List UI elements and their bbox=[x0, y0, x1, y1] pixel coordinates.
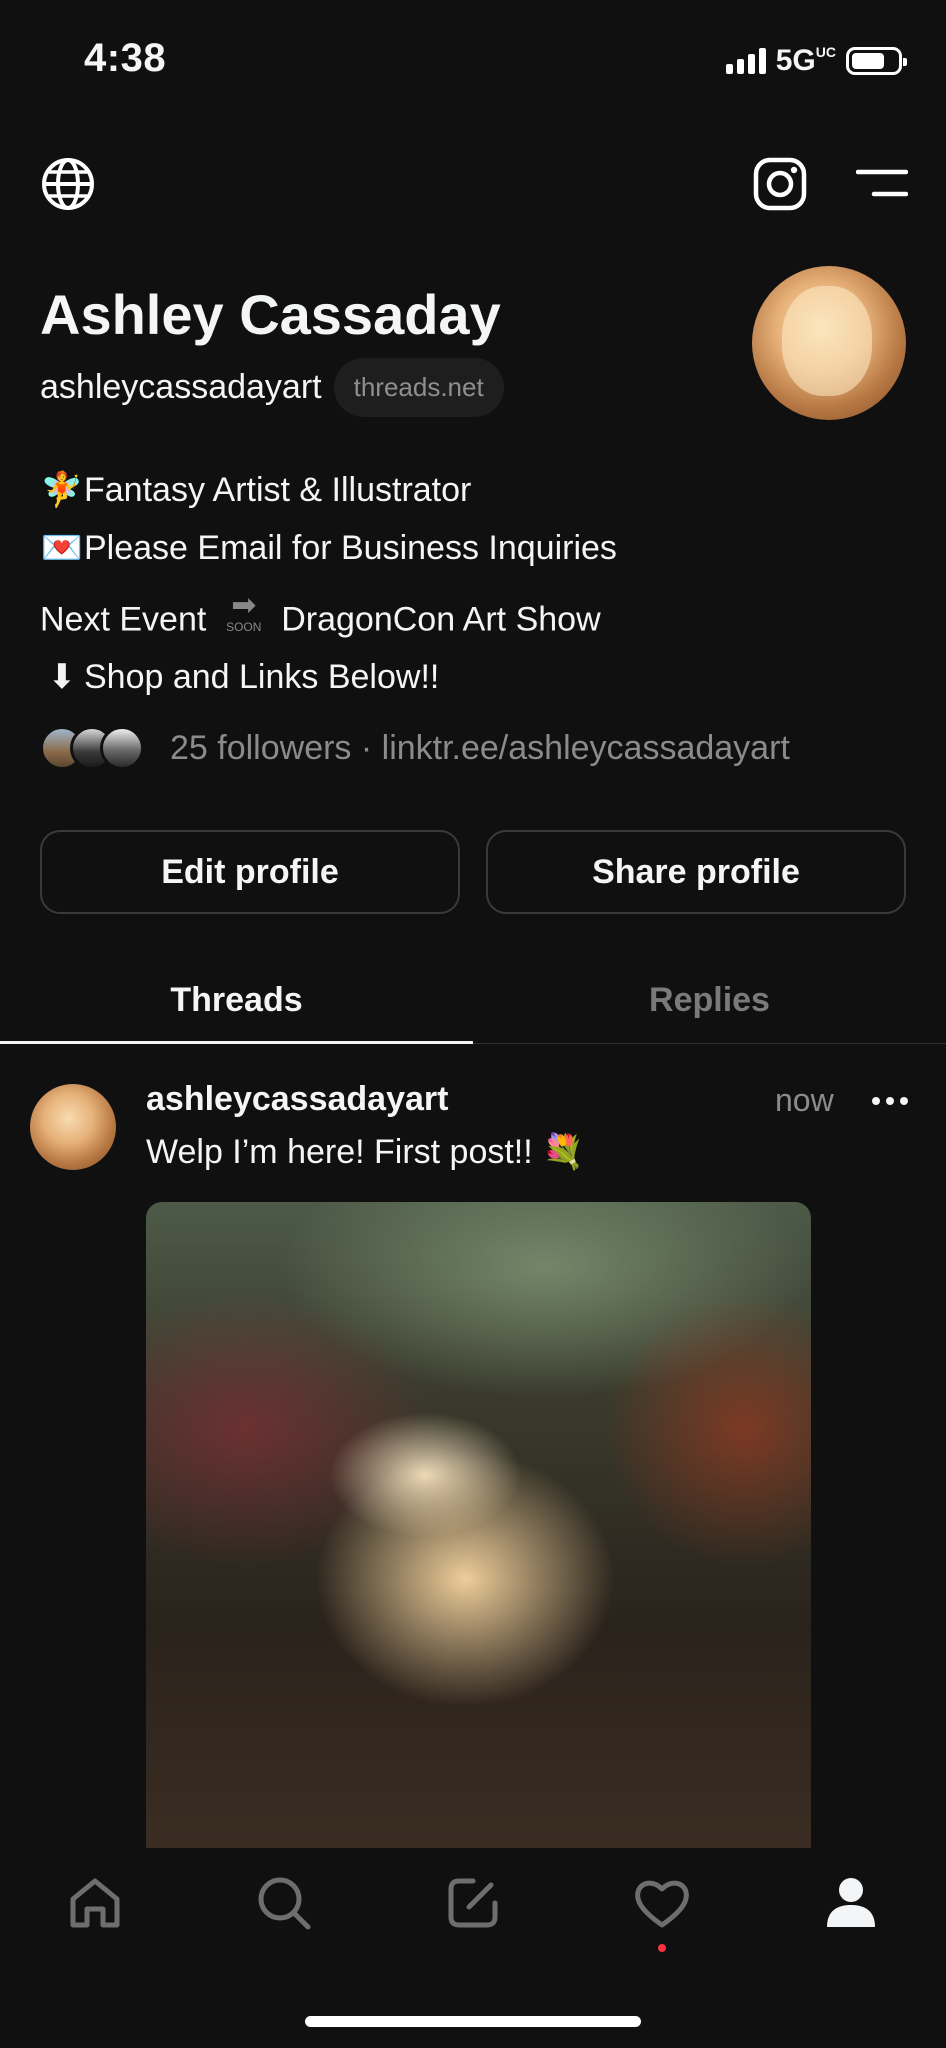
bottom-nav bbox=[0, 1848, 946, 1958]
menu-icon[interactable] bbox=[856, 164, 908, 204]
bio-line: 💌Please Email for Business Inquiries bbox=[40, 520, 617, 578]
bio-line: ⬇ Shop and Links Below!! bbox=[40, 649, 617, 707]
profile-actions: Edit profile Share profile bbox=[40, 830, 906, 914]
bio-line: 🧚Fantasy Artist & Illustrator bbox=[40, 462, 617, 520]
post-timestamp: now bbox=[775, 1082, 834, 1118]
tab-threads[interactable]: Threads bbox=[0, 958, 473, 1044]
notification-dot bbox=[658, 1944, 667, 1952]
network-label: 5GUC bbox=[775, 44, 836, 77]
followers-row[interactable]: 25 followers · linktr.ee/ashleycassadaya… bbox=[40, 726, 790, 770]
globe-icon[interactable] bbox=[40, 156, 96, 212]
profile-header-bar bbox=[0, 150, 946, 220]
activity-heart-icon bbox=[635, 1880, 690, 1928]
profile-tabs: Threads Replies bbox=[0, 958, 946, 1044]
love-letter-emoji-icon: 💌 bbox=[40, 527, 84, 568]
nav-compose[interactable] bbox=[378, 1848, 567, 1958]
share-profile-button[interactable]: Share profile bbox=[486, 830, 906, 914]
edit-profile-button[interactable]: Edit profile bbox=[40, 830, 460, 914]
nav-profile[interactable] bbox=[757, 1848, 946, 1958]
profile-icon bbox=[827, 1878, 876, 1927]
post-image[interactable] bbox=[146, 1202, 811, 1852]
down-arrow-emoji-icon: ⬇ bbox=[47, 657, 77, 697]
search-icon bbox=[258, 1877, 311, 1930]
home-icon bbox=[70, 1878, 120, 1928]
bio-line: Next Event ➡ SOON DragonCon Art Show bbox=[40, 577, 617, 649]
nav-search[interactable] bbox=[189, 1848, 378, 1958]
profile-bio: 🧚Fantasy Artist & Illustrator 💌Please Em… bbox=[40, 462, 617, 707]
followers-link-text[interactable]: 25 followers · linktr.ee/ashleycassadaya… bbox=[170, 729, 790, 768]
handle-row: ashleycassadayart threads.net bbox=[40, 358, 504, 417]
home-indicator bbox=[305, 2016, 641, 2027]
fairy-emoji-icon: 🧚 bbox=[40, 470, 84, 510]
nav-home[interactable] bbox=[0, 1848, 189, 1958]
status-indicators: 5GUC bbox=[725, 44, 907, 78]
status-time: 4:38 bbox=[84, 36, 167, 80]
status-bar: 4:38 5GUC bbox=[0, 0, 946, 120]
post-text: Welp I’m here! First post!! 💐 bbox=[146, 1133, 585, 1171]
profile-name: Ashley Cassaday bbox=[40, 283, 501, 346]
compose-icon bbox=[448, 1878, 498, 1928]
profile-handle: ashleycassadayart bbox=[40, 368, 322, 406]
threads-domain-chip[interactable]: threads.net bbox=[333, 358, 504, 417]
instagram-icon[interactable] bbox=[752, 156, 808, 212]
more-options-icon[interactable] bbox=[872, 1086, 908, 1116]
nav-activity[interactable] bbox=[568, 1848, 757, 1958]
signal-icon bbox=[725, 48, 766, 74]
post-avatar[interactable] bbox=[30, 1084, 116, 1170]
soon-arrow-emoji-icon: ➡ SOON bbox=[226, 589, 262, 634]
profile-avatar[interactable] bbox=[752, 266, 906, 420]
tab-replies[interactable]: Replies bbox=[473, 958, 946, 1043]
battery-icon bbox=[846, 47, 907, 75]
post-username[interactable]: ashleycassadayart bbox=[146, 1080, 448, 1119]
follower-avatar bbox=[100, 726, 144, 770]
